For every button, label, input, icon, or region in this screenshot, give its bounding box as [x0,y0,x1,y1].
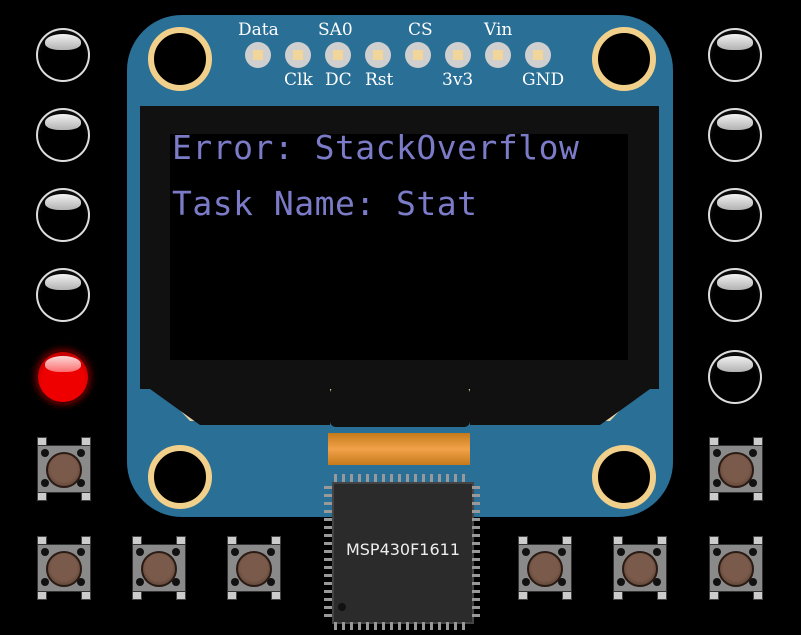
oled-screen [170,134,628,360]
push-button-right-lower-3[interactable] [707,536,765,600]
push-button-right-lower-1[interactable] [516,536,574,600]
fpc-connector [328,433,470,465]
mount-hole-top-right [592,27,656,91]
oled-text-line-2: Task Name: Stat [172,184,478,223]
pin-label-gnd: GND [522,70,565,90]
pin-pad-cs [445,42,471,68]
led-right-1 [708,28,762,82]
led-left-5-red [36,350,90,404]
pin-pad-dc [365,42,391,68]
pin-pad-gnd [525,42,551,68]
pin-label-data: Data [238,20,279,40]
led-left-1 [36,28,90,82]
pin-pad-data [245,42,271,68]
led-left-3 [36,188,90,242]
pin-label-vin: Vin [484,20,513,40]
led-left-2 [36,108,90,162]
led-right-3 [708,188,762,242]
push-button-left-upper[interactable] [35,437,93,501]
push-button-left-lower-1[interactable] [35,536,93,600]
push-button-left-lower-2[interactable] [130,536,188,600]
oled-text-line-1: Error: StackOverflow [172,128,580,167]
led-right-5 [708,350,762,404]
pin-label-clk: Clk [284,70,313,90]
pin-label-rst: Rst [365,70,394,90]
pin-label-cs: CS [408,20,433,40]
pin-label-3v3: 3v3 [442,70,474,90]
pin-label-sa0: SA0 [318,20,353,40]
pin-pad-sa0 [325,42,351,68]
pin-label-dc: DC [325,70,352,90]
chip-label: MSP430F1611 [345,540,461,559]
pin-pad-clk [285,42,311,68]
led-right-2 [708,108,762,162]
push-button-right-lower-2[interactable] [611,536,669,600]
push-button-right-upper[interactable] [707,437,765,501]
push-button-left-lower-3[interactable] [225,536,283,600]
led-left-4 [36,268,90,322]
pin-pad-rst [405,42,431,68]
pin-pad-3v3 [485,42,511,68]
mount-hole-top-left [148,27,212,91]
led-right-4 [708,268,762,322]
